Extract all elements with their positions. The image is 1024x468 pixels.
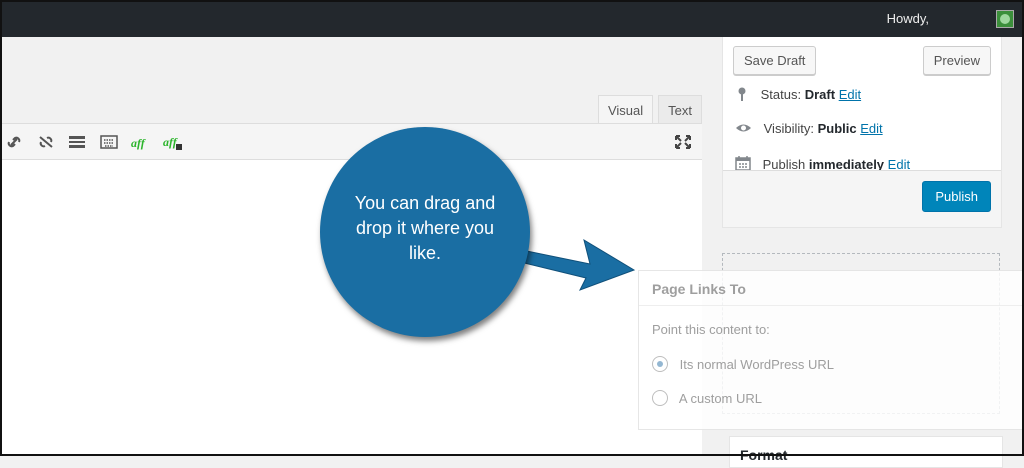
unlink-icon[interactable] [37, 134, 55, 150]
radio-normal-url-label: Its normal WordPress URL [679, 357, 834, 372]
page-links-to-box[interactable]: Page Links To Point this content to: Its… [638, 270, 1024, 430]
tab-visual[interactable]: Visual [597, 95, 654, 125]
save-draft-button[interactable]: Save Draft [733, 46, 817, 75]
radio-normal-url[interactable]: Its normal WordPress URL [652, 356, 834, 372]
point-content-label: Point this content to: [652, 322, 770, 337]
publish-actions: Publish [723, 170, 1001, 227]
fullscreen-icon[interactable] [674, 134, 692, 150]
callout-arrow [512, 238, 636, 291]
page-links-to-header[interactable]: Page Links To [639, 271, 1023, 306]
editor-tabs: Visual Text [593, 95, 702, 125]
radio-custom-url-label: A custom URL [678, 391, 762, 406]
status-value: Draft [804, 87, 836, 102]
eye-icon [736, 124, 751, 132]
aff-icon[interactable]: aff [131, 134, 151, 150]
pin-icon [738, 87, 746, 101]
visibility-row: Visibility: Public Edit [735, 121, 883, 136]
admin-bar: Howdy, [0, 0, 1024, 37]
page-links-to-title: Page Links To [652, 281, 746, 297]
visibility-value: Public [817, 121, 857, 136]
publish-button[interactable]: Publish [922, 181, 991, 212]
insert-more-icon[interactable] [68, 134, 86, 150]
editor-toolbar: aff aff [0, 123, 702, 160]
radio-button-checked[interactable] [652, 356, 668, 372]
keyboard-shortcuts-icon[interactable] [100, 134, 118, 150]
svg-text:aff: aff [163, 135, 178, 149]
status-label: Status: [760, 87, 802, 102]
radio-custom-url[interactable]: A custom URL [652, 390, 762, 406]
sidebar: Save Draft Preview Status: Draft Edit Vi… [722, 37, 1002, 228]
format-box: Format [729, 436, 1003, 468]
format-box-title[interactable]: Format [740, 447, 787, 463]
howdy-greeting[interactable]: Howdy, [887, 11, 929, 26]
aff-add-icon[interactable]: aff [163, 134, 185, 150]
tab-text[interactable]: Text [658, 95, 702, 125]
callout-bubble: You can drag and drop it where you like. [320, 127, 530, 337]
avatar[interactable] [996, 10, 1014, 28]
callout-text: You can drag and drop it where you like. [354, 193, 496, 263]
svg-text:aff: aff [131, 136, 146, 150]
link-icon[interactable] [5, 134, 23, 150]
publish-box: Save Draft Preview Status: Draft Edit Vi… [722, 37, 1002, 228]
visibility-label: Visibility: [763, 121, 814, 136]
edit-visibility-link[interactable]: Edit [860, 121, 882, 136]
status-row: Status: Draft Edit [735, 87, 861, 102]
edit-status-link[interactable]: Edit [839, 87, 861, 102]
preview-button[interactable]: Preview [922, 46, 991, 75]
radio-button[interactable] [652, 390, 668, 406]
calendar-icon [735, 156, 751, 171]
